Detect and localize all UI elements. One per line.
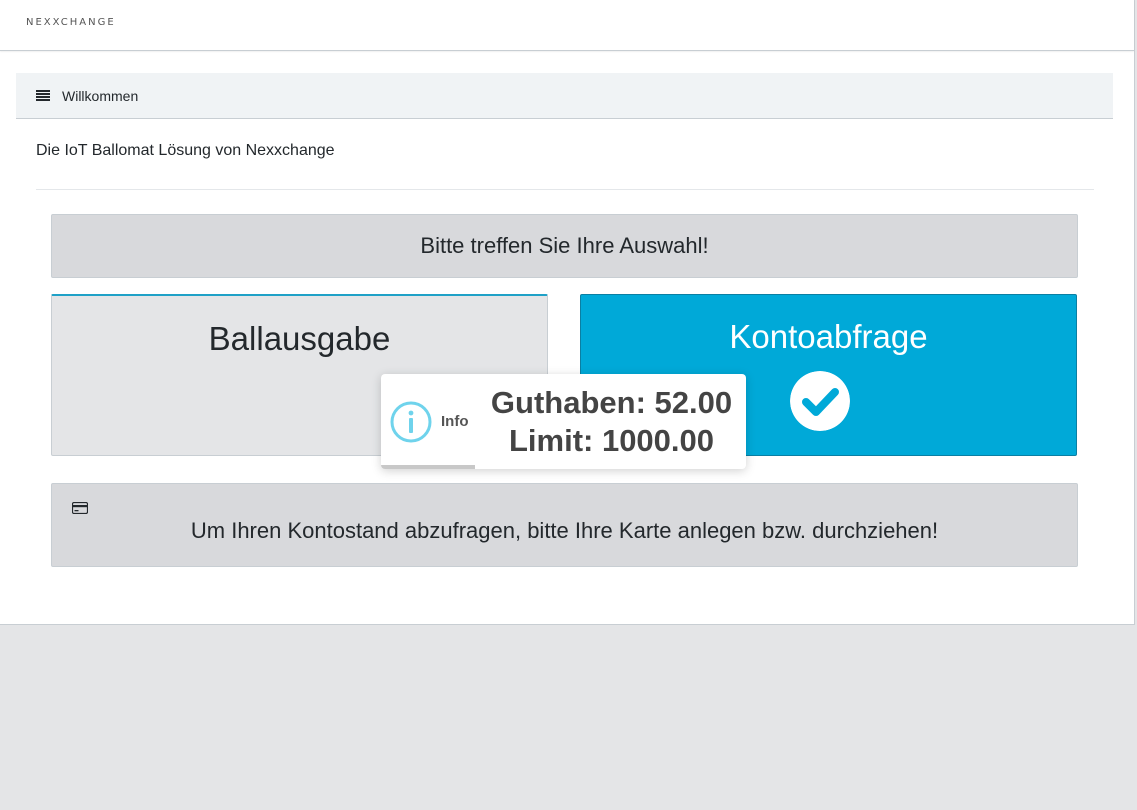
selection-prompt-text: Bitte treffen Sie Ihre Auswahl! (420, 233, 709, 258)
brand-logo[interactable]: NEXXCHANGE (26, 17, 116, 28)
selection-prompt: Bitte treffen Sie Ihre Auswahl! (51, 214, 1078, 278)
credit-card-icon (72, 502, 88, 514)
card-title: Willkommen (62, 87, 139, 104)
toast-progress-bar (381, 465, 475, 469)
toast-title: Info (441, 413, 469, 430)
check-circle-icon (790, 371, 850, 431)
toast-balance: Guthaben: 52.00 (490, 385, 733, 420)
divider (36, 189, 1094, 190)
card-header: Willkommen (16, 73, 1113, 119)
card-instruction-box: Um Ihren Kontostand abzufragen, bitte Ih… (51, 483, 1078, 567)
top-navbar: NEXXCHANGE (0, 0, 1134, 51)
kontoabfrage-label: Kontoabfrage (729, 318, 928, 355)
card-instruction-text: Um Ihren Kontostand abzufragen, bitte Ih… (190, 518, 939, 543)
toast-limit: Limit: 1000.00 (508, 423, 715, 458)
page-subtitle: Die IoT Ballomat Lösung von Nexxchange (36, 142, 335, 159)
info-icon (390, 401, 432, 443)
page-container: NEXXCHANGE Willkommen Die IoT Ballomat L… (0, 0, 1135, 625)
logo-text: NEXXCHANGE (26, 17, 116, 28)
toast-message: Guthaben: 52.00 Limit: 1000.00 (477, 384, 746, 460)
info-toast[interactable]: Info Guthaben: 52.00 Limit: 1000.00 (381, 374, 746, 469)
menu-icon (36, 90, 50, 101)
ballausgabe-label: Ballausgabe (208, 320, 391, 357)
